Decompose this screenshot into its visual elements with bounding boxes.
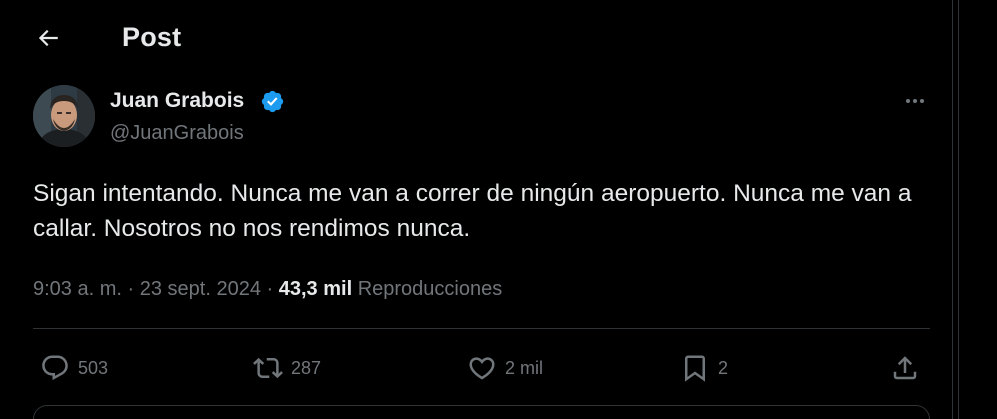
post-date[interactable]: 23 sept. 2024 <box>140 278 261 300</box>
author-name[interactable]: Juan Grabois <box>110 89 244 113</box>
repost-count: 287 <box>291 357 322 378</box>
like-count: 2 mil <box>505 357 544 378</box>
sidebar-edge <box>958 0 997 419</box>
post-meta: 9:03 a. m. · 23 sept. 2024 · 43,3 mil Re… <box>33 278 502 301</box>
avatar-image <box>33 85 95 147</box>
divider <box>33 328 930 329</box>
post-time[interactable]: 9:03 a. m. <box>33 278 122 300</box>
share-icon <box>893 356 917 380</box>
avatar[interactable] <box>33 85 95 147</box>
post-text: Sigan intentando. Nunca me van a correr … <box>33 180 912 242</box>
author-handle[interactable]: @JuanGrabois <box>110 122 244 145</box>
arrow-left-icon <box>38 29 58 47</box>
repost-button[interactable]: 287 <box>253 350 321 386</box>
post-column: Post Juan Grabois @JuanGrabois Sigan int… <box>0 0 953 419</box>
back-button[interactable] <box>28 18 68 58</box>
bookmark-count: 2 <box>718 357 729 378</box>
meta-separator: · <box>266 278 274 300</box>
reply-button[interactable]: 503 <box>40 350 108 386</box>
heart-icon <box>469 357 495 380</box>
more-options-button[interactable] <box>898 88 932 114</box>
like-button[interactable]: 2 mil <box>467 350 543 386</box>
share-button[interactable] <box>890 350 920 386</box>
bookmark-icon <box>685 355 705 382</box>
more-horizontal-icon <box>906 99 924 103</box>
meta-separator: · <box>127 278 135 300</box>
repost-icon <box>253 357 283 379</box>
reply-icon <box>42 355 68 381</box>
page-title: Post <box>122 22 182 52</box>
views-count[interactable]: 43,3 mil <box>279 278 352 300</box>
bookmark-button[interactable]: 2 <box>680 350 728 386</box>
reply-count: 503 <box>78 357 109 378</box>
views-label: Reproducciones <box>357 278 503 300</box>
header: Post <box>0 0 953 78</box>
verified-badge-icon <box>261 90 284 113</box>
next-section-edge <box>33 405 930 419</box>
